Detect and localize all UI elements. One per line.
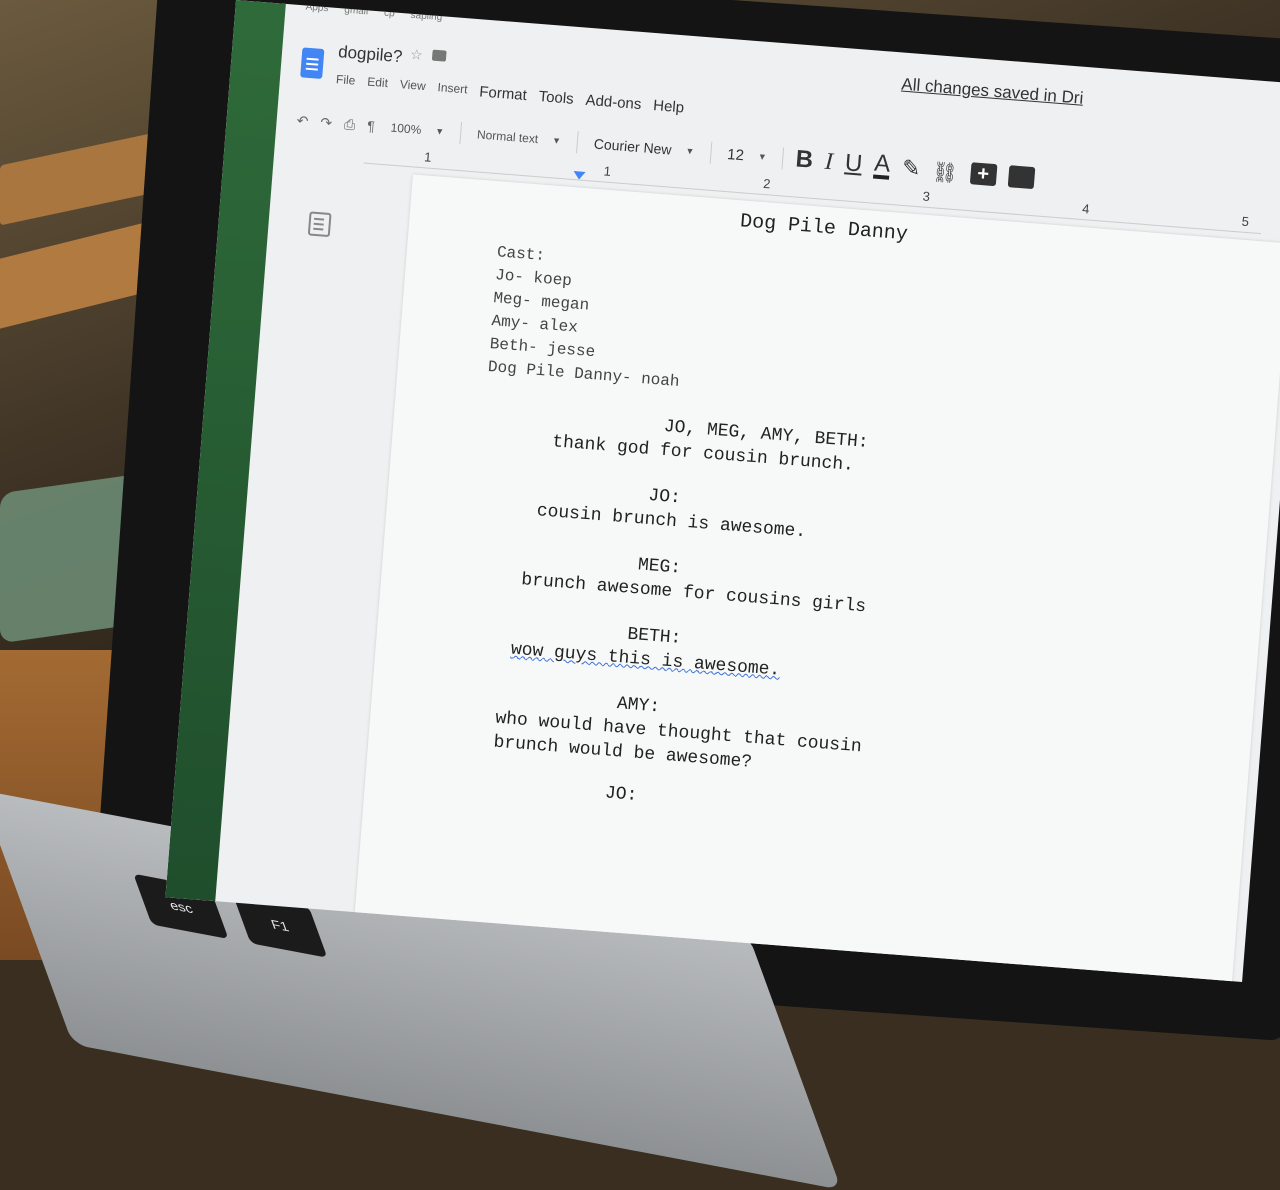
text-color-button[interactable]: A (873, 150, 891, 180)
doc-title[interactable]: dogpile? (337, 42, 404, 67)
font-size-dropdown[interactable]: 12 ▼ (723, 145, 772, 166)
menu-edit[interactable]: Edit (367, 75, 389, 94)
zoom-dropdown[interactable]: 100% ▼ (386, 120, 449, 139)
italic-button[interactable]: I (824, 148, 834, 176)
dialogue-block: AMY: who would have thought that cousin … (374, 673, 1251, 773)
style-dropdown[interactable]: Normal text ▼ (472, 127, 565, 148)
link-icon[interactable]: ⛓ (931, 159, 960, 185)
script-title: Dog Pile Danny (739, 210, 909, 247)
menu-file[interactable]: File (335, 72, 356, 90)
menu-tools[interactable]: Tools (538, 88, 574, 108)
menu-addons[interactable]: Add-ons (585, 92, 642, 113)
ruler-number: 4 (1081, 201, 1091, 217)
speaker-name: MEG: (637, 555, 682, 579)
font-size-value: 12 (726, 145, 745, 164)
speaker-name: AMY: (616, 694, 661, 718)
divider (781, 147, 785, 170)
dialogue-block: JO, MEG, AMY, BETH: thank god for cousin… (396, 394, 1273, 476)
zoom-value: 100% (390, 120, 422, 137)
speaker-name: JO: (647, 485, 682, 509)
star-icon[interactable]: ☆ (410, 46, 424, 64)
speaker-name: JO: (604, 783, 638, 806)
dialogue-line: brunch awesome for cousins girls (520, 570, 867, 618)
cast-list: Cast: Jo- koep Meg- megan Amy- alex Beth… (487, 241, 689, 394)
divider (576, 131, 579, 154)
bold-button[interactable]: B (795, 145, 814, 174)
ruler-number: 2 (762, 175, 772, 192)
underline-button[interactable]: U (844, 149, 863, 178)
chevron-down-icon: ▼ (757, 151, 768, 163)
menu-help[interactable]: Help (653, 97, 685, 116)
indent-marker-icon[interactable] (572, 171, 586, 180)
chevron-down-icon: ▼ (551, 135, 562, 146)
font-dropdown[interactable]: Courier New ▼ (589, 135, 699, 159)
chevron-down-icon: ▼ (685, 145, 695, 157)
chevron-down-icon: ▼ (434, 126, 445, 137)
divider (459, 122, 462, 145)
undo-icon[interactable]: ↶ (296, 112, 309, 130)
ruler-number: 5 (1241, 213, 1250, 230)
highlight-pen-icon[interactable]: ✎ (901, 155, 921, 182)
paint-format-icon[interactable]: ¶ (367, 118, 376, 135)
ruler-number: 1 (423, 149, 433, 165)
redo-icon[interactable]: ↷ (320, 114, 333, 132)
document-page[interactable]: Dog Pile Danny Cast: Jo- koep Meg- megan… (353, 174, 1280, 982)
menu-bar: File Edit View Insert Format Tools Add-o… (335, 72, 685, 116)
divider (709, 141, 713, 164)
document-outline-icon[interactable] (307, 211, 332, 238)
menu-format[interactable]: Format (479, 83, 528, 104)
ruler-number: 1 (603, 163, 612, 179)
insert-image-icon[interactable] (1007, 165, 1035, 190)
print-icon[interactable]: ⎙ (343, 115, 355, 133)
save-status[interactable]: All changes saved in Dri (901, 74, 1084, 108)
dialogue-block: MEG: brunch awesome for cousins girls (385, 533, 1262, 617)
menu-view[interactable]: View (399, 77, 426, 96)
dialogue-block: JO: (367, 763, 1244, 832)
docs-logo-icon[interactable] (300, 47, 325, 79)
add-comment-icon[interactable]: + (969, 162, 998, 187)
ruler-number: 3 (922, 188, 931, 205)
folder-icon[interactable] (431, 49, 447, 62)
font-value: Courier New (593, 135, 673, 158)
screen: Apps gmail cp sapling dogpile? ☆ File Ed… (165, 0, 1280, 982)
style-value: Normal text (476, 127, 539, 147)
menu-insert[interactable]: Insert (437, 80, 468, 99)
